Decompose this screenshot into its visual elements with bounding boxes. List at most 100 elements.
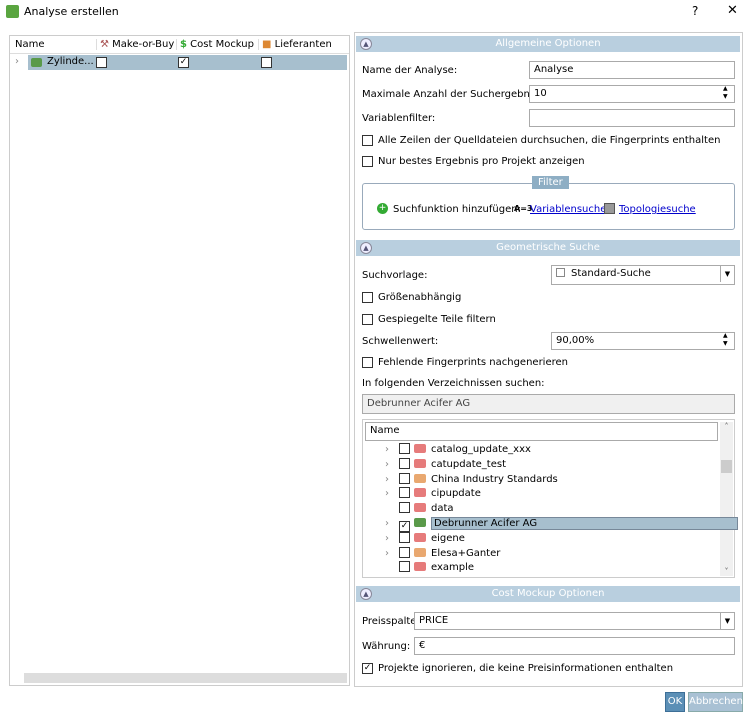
folder-icon xyxy=(414,444,426,453)
topology-icon xyxy=(604,203,615,214)
tree-checkbox[interactable] xyxy=(399,457,410,469)
col-label: Lieferanten xyxy=(274,39,332,50)
expand-chevron[interactable]: › xyxy=(385,472,399,487)
col-cost-mockup[interactable]: $ Cost Mockup xyxy=(176,39,254,50)
section-cost-mockup[interactable]: ▲ Cost Mockup Optionen xyxy=(356,586,740,602)
name-input[interactable]: Analyse xyxy=(529,61,735,79)
tree-item[interactable]: example xyxy=(385,560,474,575)
section-general[interactable]: ▲ Allgemeine Optionen xyxy=(356,36,740,52)
expand-chevron[interactable]: › xyxy=(385,546,399,561)
cancel-button[interactable]: Abbrechen xyxy=(688,692,743,712)
variable-search-link[interactable]: Variablensuche xyxy=(530,204,606,215)
folder-icon xyxy=(414,547,426,557)
tree-checkbox[interactable] xyxy=(399,546,410,558)
tree-scrollbar[interactable]: ˄ ˅ xyxy=(720,422,733,576)
expand-chevron[interactable]: › xyxy=(15,56,19,67)
topology-search-link[interactable]: Topologiesuche xyxy=(619,204,696,215)
spinner-arrows[interactable]: ▲ ▼ xyxy=(723,332,728,348)
row-name: Zylinde... xyxy=(47,56,94,67)
tree-checkbox[interactable] xyxy=(399,472,410,484)
section-title: Geometrische Suche xyxy=(496,242,600,253)
max-results-label: Maximale Anzahl der Suchergebnisse: xyxy=(362,89,553,100)
ignore-projects-checkbox[interactable]: ✓ xyxy=(362,663,373,674)
price-column-label: Preisspalte: xyxy=(362,616,420,627)
folder-icon xyxy=(414,473,426,483)
threshold-label: Schwellenwert: xyxy=(362,336,439,347)
tree-checkbox[interactable] xyxy=(399,502,410,514)
folder-icon xyxy=(414,503,426,513)
size-dependent-checkbox[interactable] xyxy=(362,292,373,303)
tree-item[interactable]: › eigene xyxy=(385,531,465,546)
tree-item-label: data xyxy=(431,503,454,515)
all-rows-checkbox[interactable] xyxy=(362,135,373,146)
tree-checkbox[interactable] xyxy=(399,443,410,454)
directories-label: In folgenden Verzeichnissen suchen: xyxy=(362,378,545,389)
all-rows-label: Alle Zeilen der Quelldateien durchsuchen… xyxy=(378,135,721,146)
best-result-label: Nur bestes Ergebnis pro Projekt anzeigen xyxy=(378,156,585,167)
dollar-icon: $ xyxy=(180,39,187,50)
lieferanten-checkbox[interactable] xyxy=(261,57,272,68)
size-dependent-label: Größenabhängig xyxy=(378,292,462,303)
horizontal-scrollbar[interactable] xyxy=(24,673,347,683)
tree-item[interactable]: › ✓ Debrunner Acifer AG xyxy=(385,516,739,532)
collapse-icon[interactable]: ▲ xyxy=(360,242,372,254)
dropdown-arrow-icon: ▼ xyxy=(720,613,734,629)
collapse-icon[interactable]: ▲ xyxy=(360,38,372,50)
expand-chevron[interactable]: › xyxy=(385,486,399,501)
tree-checkbox[interactable] xyxy=(399,561,410,573)
mirror-label: Gespiegelte Teile filtern xyxy=(378,314,496,325)
expand-chevron[interactable]: › xyxy=(385,516,399,531)
missing-fingerprints-checkbox[interactable] xyxy=(362,357,373,368)
tree-item[interactable]: › catupdate_test xyxy=(385,457,506,472)
tree-checkbox[interactable] xyxy=(399,487,410,499)
table-row[interactable]: › Zylinde... ✓ xyxy=(10,55,349,70)
tree-item-label: cipupdate xyxy=(431,488,481,500)
dropdown-arrow-icon: ▼ xyxy=(720,266,734,282)
folder-icon xyxy=(414,562,426,572)
close-button[interactable]: ✕ xyxy=(727,3,738,18)
mirror-checkbox[interactable] xyxy=(362,314,373,325)
best-result-checkbox[interactable] xyxy=(362,156,373,167)
add-icon: + xyxy=(377,203,388,214)
collapse-icon[interactable]: ▲ xyxy=(360,588,372,600)
section-title: Allgemeine Optionen xyxy=(495,38,601,49)
tree-item[interactable]: › Elesa+Ganter xyxy=(385,546,500,561)
expand-chevron[interactable]: › xyxy=(385,457,399,472)
max-results-spinner[interactable]: 10 xyxy=(529,85,735,103)
project-table[interactable]: Name ⚒ Make-or-Buy $ Cost Mockup ■ Liefe… xyxy=(9,35,350,686)
table-header: Name ⚒ Make-or-Buy $ Cost Mockup ■ Liefe… xyxy=(10,36,349,54)
help-button[interactable]: ? xyxy=(692,4,698,18)
ignore-projects-label: Projekte ignorieren, die keine Preisinfo… xyxy=(378,663,674,674)
make-or-buy-checkbox[interactable] xyxy=(96,57,107,68)
missing-fingerprints-label: Fehlende Fingerprints nachgenerieren xyxy=(378,357,568,368)
price-column-select[interactable]: PRICE ▼ xyxy=(414,612,735,630)
add-search-label: Suchfunktion hinzufügen: xyxy=(393,204,521,215)
ok-button[interactable]: OK xyxy=(665,692,685,712)
col-lieferanten[interactable]: ■ Lieferanten xyxy=(258,39,332,50)
expand-chevron[interactable]: › xyxy=(385,442,399,457)
tree-item[interactable]: › cipupdate xyxy=(385,486,481,501)
tree-item-label: catalog_update_xxx xyxy=(431,444,531,455)
col-name[interactable]: Name xyxy=(15,39,45,50)
folder-icon xyxy=(414,518,426,527)
tree-item[interactable]: › catalog_update_xxx xyxy=(385,442,531,457)
threshold-spinner[interactable]: 90,00% xyxy=(551,332,735,350)
variable-filter-input[interactable] xyxy=(529,109,735,127)
part-icon xyxy=(31,58,42,67)
section-geometric[interactable]: ▲ Geometrische Suche xyxy=(356,240,740,256)
tree-header-name[interactable]: Name xyxy=(365,422,718,441)
tree-item[interactable]: data xyxy=(385,501,454,516)
expand-chevron[interactable]: › xyxy=(385,531,399,546)
currency-input[interactable]: € xyxy=(414,637,735,655)
spinner-arrows[interactable]: ▲ ▼ xyxy=(723,85,728,101)
scroll-up-icon[interactable]: ˄ xyxy=(720,422,733,431)
cost-mockup-checkbox[interactable]: ✓ xyxy=(178,57,189,68)
tree-checkbox[interactable] xyxy=(399,531,410,543)
tree-item[interactable]: › China Industry Standards xyxy=(385,472,558,487)
template-select[interactable]: Standard-Suche ▼ xyxy=(551,265,735,285)
scroll-down-icon[interactable]: ˅ xyxy=(720,567,733,576)
scroll-thumb[interactable] xyxy=(721,460,732,473)
filter-title: Filter xyxy=(532,176,569,189)
tree-item-label: Elesa+Ganter xyxy=(431,547,501,559)
col-make-or-buy[interactable]: ⚒ Make-or-Buy xyxy=(96,39,174,50)
